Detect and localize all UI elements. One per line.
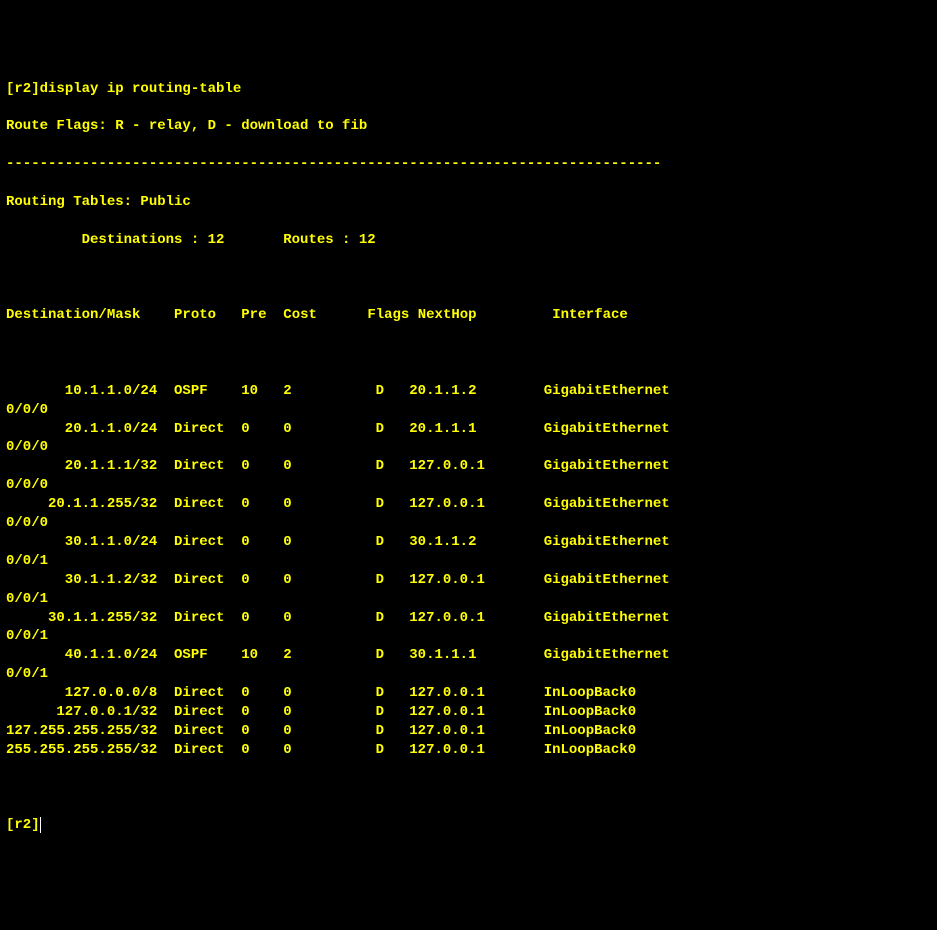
cursor-icon [40, 817, 41, 833]
table-row: 30.1.1.255/32 Direct 0 0 D 127.0.0.1 Gig… [6, 609, 931, 628]
hdr-iface: Interface [552, 307, 628, 323]
table-row: 40.1.1.0/24 OSPF 10 2 D 30.1.1.1 Gigabit… [6, 646, 931, 665]
divider: ----------------------------------------… [6, 155, 931, 174]
command-text: display ip routing-table [40, 81, 242, 97]
hdr-proto: Proto [174, 307, 216, 323]
routing-table-body: 10.1.1.0/24 OSPF 10 2 D 20.1.1.2 Gigabit… [6, 382, 931, 760]
table-row: 20.1.1.1/32 Direct 0 0 D 127.0.0.1 Gigab… [6, 457, 931, 476]
hdr-nexthop: NextHop [418, 307, 477, 323]
table-row-continuation: 0/0/0 [6, 401, 931, 420]
summary-line: Destinations : 12 Routes : 12 [6, 231, 931, 250]
hdr-dest: Destination/Mask [6, 307, 140, 323]
blank-line [6, 268, 931, 287]
table-row-continuation: 0/0/1 [6, 590, 931, 609]
hdr-flags: Flags [367, 307, 409, 323]
table-row-continuation: 0/0/0 [6, 476, 931, 495]
table-row-continuation: 0/0/1 [6, 627, 931, 646]
table-row: 30.1.1.2/32 Direct 0 0 D 127.0.0.1 Gigab… [6, 571, 931, 590]
table-row: 20.1.1.0/24 Direct 0 0 D 20.1.1.1 Gigabi… [6, 420, 931, 439]
blank-line [6, 779, 931, 798]
table-row: 30.1.1.0/24 Direct 0 0 D 30.1.1.2 Gigabi… [6, 533, 931, 552]
hdr-pre: Pre [241, 307, 266, 323]
blank-line [6, 344, 931, 363]
table-row: 127.255.255.255/32 Direct 0 0 D 127.0.0.… [6, 722, 931, 741]
tables-title: Routing Tables: Public [6, 193, 931, 212]
table-row: 255.255.255.255/32 Direct 0 0 D 127.0.0.… [6, 741, 931, 760]
command-line: [r2]display ip routing-table [6, 80, 931, 99]
table-row-continuation: 0/0/0 [6, 514, 931, 533]
table-row-continuation: 0/0/0 [6, 438, 931, 457]
table-row-continuation: 0/0/1 [6, 665, 931, 684]
flags-legend: Route Flags: R - relay, D - download to … [6, 117, 931, 136]
header-row: Destination/Mask Proto Pre Cost Flags Ne… [6, 306, 931, 325]
prompt-host: [r2] [6, 81, 40, 97]
table-row: 127.0.0.1/32 Direct 0 0 D 127.0.0.1 InLo… [6, 703, 931, 722]
table-row-continuation: 0/0/1 [6, 552, 931, 571]
table-row: 20.1.1.255/32 Direct 0 0 D 127.0.0.1 Gig… [6, 495, 931, 514]
final-prompt-line[interactable]: [r2] [6, 816, 931, 835]
prompt-host: [r2] [6, 817, 40, 833]
table-row: 10.1.1.0/24 OSPF 10 2 D 20.1.1.2 Gigabit… [6, 382, 931, 401]
table-row: 127.0.0.0/8 Direct 0 0 D 127.0.0.1 InLoo… [6, 684, 931, 703]
hdr-cost: Cost [283, 307, 317, 323]
